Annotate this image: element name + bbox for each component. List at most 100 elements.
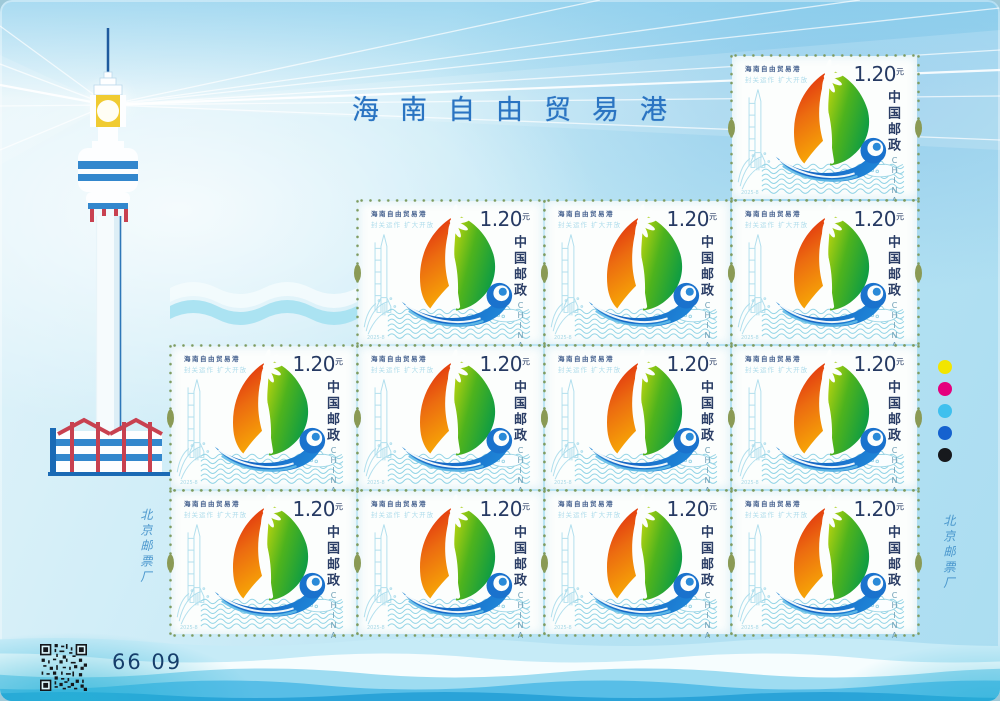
denomination-unit: 元 <box>335 358 343 367</box>
denomination-unit: 元 <box>896 358 904 367</box>
perforation-slot-left <box>728 409 735 426</box>
stamp-post-cn: 中国邮政 <box>509 380 528 444</box>
stamp-slogan: 封关运作 扩大开放 <box>184 509 247 519</box>
printer-imprint-right: 北京邮票厂 <box>939 514 958 592</box>
stamp: 海南自由贸易港 封关运作 扩大开放 1.20元 中国邮政 CHINA 2025-… <box>357 345 544 490</box>
denomination-unit: 元 <box>709 213 717 222</box>
stamp-slogan: 封关运作 扩大开放 <box>745 74 808 84</box>
stamp-paper: 海南自由贸易港 封关运作 扩大开放 1.20元 中国邮政 CHINA 2025-… <box>545 346 730 489</box>
denomination-value: 1.20 <box>666 352 709 376</box>
denomination-value: 1.20 <box>853 62 896 86</box>
denomination-value: 1.20 <box>853 352 896 376</box>
stamp-post-cn: 中国邮政 <box>696 525 715 589</box>
denomination-unit: 元 <box>709 503 717 512</box>
qr-code <box>40 644 87 691</box>
stamp-paper: 海南自由贸易港 封关运作 扩大开放 1.20元 中国邮政 CHINA 2025-… <box>732 56 917 199</box>
perforation-slot-left <box>541 554 548 571</box>
perforation-slot-left <box>541 409 548 426</box>
color-calibration-dot <box>938 426 952 440</box>
stamp-issue-code: 2025-8 <box>367 480 385 486</box>
perforation-slot-left <box>728 264 735 281</box>
stamp: 海南自由贸易港 封关运作 扩大开放 1.20元 中国邮政 CHINA 2025-… <box>170 490 357 635</box>
stamp-slogan: 封关运作 扩大开放 <box>371 364 434 374</box>
stamp-title: 海南自由贸易港 <box>184 498 240 508</box>
stamp-issue-code: 2025-8 <box>741 480 759 486</box>
perforation-slot-right <box>915 264 922 281</box>
stamp-issue-code: 2025-8 <box>180 625 198 631</box>
stamp: 海南自由贸易港 封关运作 扩大开放 1.20元 中国邮政 CHINA 2025-… <box>357 200 544 345</box>
stamp-denomination: 1.20元 <box>853 352 904 376</box>
denomination-value: 1.20 <box>666 497 709 521</box>
stamp-post-cn: 中国邮政 <box>883 90 902 154</box>
stamp-title: 海南自由贸易港 <box>371 208 427 218</box>
perforation-slot-right <box>915 119 922 136</box>
stamp: 海南自由贸易港 封关运作 扩大开放 1.20元 中国邮政 CHINA 2025-… <box>731 345 918 490</box>
denomination-unit: 元 <box>896 213 904 222</box>
denomination-value: 1.20 <box>853 207 896 231</box>
perforation-slot-left <box>354 409 361 426</box>
stamp-denomination: 1.20元 <box>666 352 717 376</box>
stamp-sheet-photo: 海南自由贸易港 北京邮票厂 北京邮票厂 66 09 <box>0 0 1000 701</box>
color-calibration-dots <box>938 360 952 470</box>
stamp-post-cn: 中国邮政 <box>883 380 902 444</box>
stamp-post-en: CHINA <box>516 301 525 351</box>
stamp: 海南自由贸易港 封关运作 扩大开放 1.20元 中国邮政 CHINA 2025-… <box>170 345 357 490</box>
perforation-slot-right <box>915 554 922 571</box>
stamp-title: 海南自由贸易港 <box>745 498 801 508</box>
stamp-denomination: 1.20元 <box>292 497 343 521</box>
perforation-slot-left <box>728 554 735 571</box>
stamp-denomination: 1.20元 <box>479 207 530 231</box>
denomination-value: 1.20 <box>479 352 522 376</box>
stamp-issue-code: 2025-8 <box>367 625 385 631</box>
perforation-slot-left <box>354 554 361 571</box>
stamp-paper: 海南自由贸易港 封关运作 扩大开放 1.20元 中国邮政 CHINA 2025-… <box>358 346 543 489</box>
stamp-title: 海南自由贸易港 <box>371 498 427 508</box>
color-calibration-dot <box>938 382 952 396</box>
stamp-slogan: 封关运作 扩大开放 <box>745 219 808 229</box>
denomination-unit: 元 <box>522 358 530 367</box>
stamp-denomination: 1.20元 <box>479 352 530 376</box>
perforation-slot-left <box>167 409 174 426</box>
stamp-paper: 海南自由贸易港 封关运作 扩大开放 1.20元 中国邮政 CHINA 2025-… <box>545 491 730 634</box>
stamp-issue-code: 2025-8 <box>367 335 385 341</box>
lighthouse-deck <box>78 127 138 222</box>
denomination-unit: 元 <box>522 503 530 512</box>
stamp-post-en: CHINA <box>703 301 712 351</box>
stamp-post-en: CHINA <box>890 446 899 496</box>
denomination-value: 1.20 <box>292 352 335 376</box>
denomination-unit: 元 <box>896 68 904 77</box>
stamp-slogan: 封关运作 扩大开放 <box>371 219 434 229</box>
lighthouse-finial <box>94 72 122 95</box>
color-calibration-dot <box>938 360 952 374</box>
stamp-title: 海南自由贸易港 <box>745 353 801 363</box>
stamp-denomination: 1.20元 <box>853 207 904 231</box>
stamp-post-en: CHINA <box>329 446 338 496</box>
stamp-post-en: CHINA <box>890 301 899 351</box>
stamp-issue-code: 2025-8 <box>554 625 572 631</box>
stamp-denomination: 1.20元 <box>666 207 717 231</box>
stamp-post-en: CHINA <box>516 446 525 496</box>
stamp-issue-code: 2025-8 <box>741 335 759 341</box>
stamp-post-en: CHINA <box>329 591 338 641</box>
perforation-slot-left <box>167 554 174 571</box>
stamp-paper: 海南自由贸易港 封关运作 扩大开放 1.20元 中国邮政 CHINA 2025-… <box>171 346 356 489</box>
stamp-title: 海南自由贸易港 <box>371 353 427 363</box>
stamp-slogan: 封关运作 扩大开放 <box>184 364 247 374</box>
denomination-value: 1.20 <box>666 207 709 231</box>
stamp-slogan: 封关运作 扩大开放 <box>745 364 808 374</box>
lighthouse-graphic <box>30 16 180 476</box>
stamp-denomination: 1.20元 <box>479 497 530 521</box>
color-calibration-dot <box>938 404 952 418</box>
stamp-paper: 海南自由贸易港 封关运作 扩大开放 1.20元 中国邮政 CHINA 2025-… <box>545 201 730 344</box>
stamp-paper: 海南自由贸易港 封关运作 扩大开放 1.20元 中国邮政 CHINA 2025-… <box>732 491 917 634</box>
stamp-denomination: 1.20元 <box>292 352 343 376</box>
denomination-unit: 元 <box>896 503 904 512</box>
printer-imprint-left: 北京邮票厂 <box>136 508 155 586</box>
denomination-unit: 元 <box>522 213 530 222</box>
stamp-post-cn: 中国邮政 <box>322 525 341 589</box>
stamp-issue-code: 2025-8 <box>554 335 572 341</box>
stamp-title: 海南自由贸易港 <box>184 353 240 363</box>
stamp-paper: 海南自由贸易港 封关运作 扩大开放 1.20元 中国邮政 CHINA 2025-… <box>358 491 543 634</box>
perforation-slot-left <box>354 264 361 281</box>
stamp-issue-code: 2025-8 <box>180 480 198 486</box>
